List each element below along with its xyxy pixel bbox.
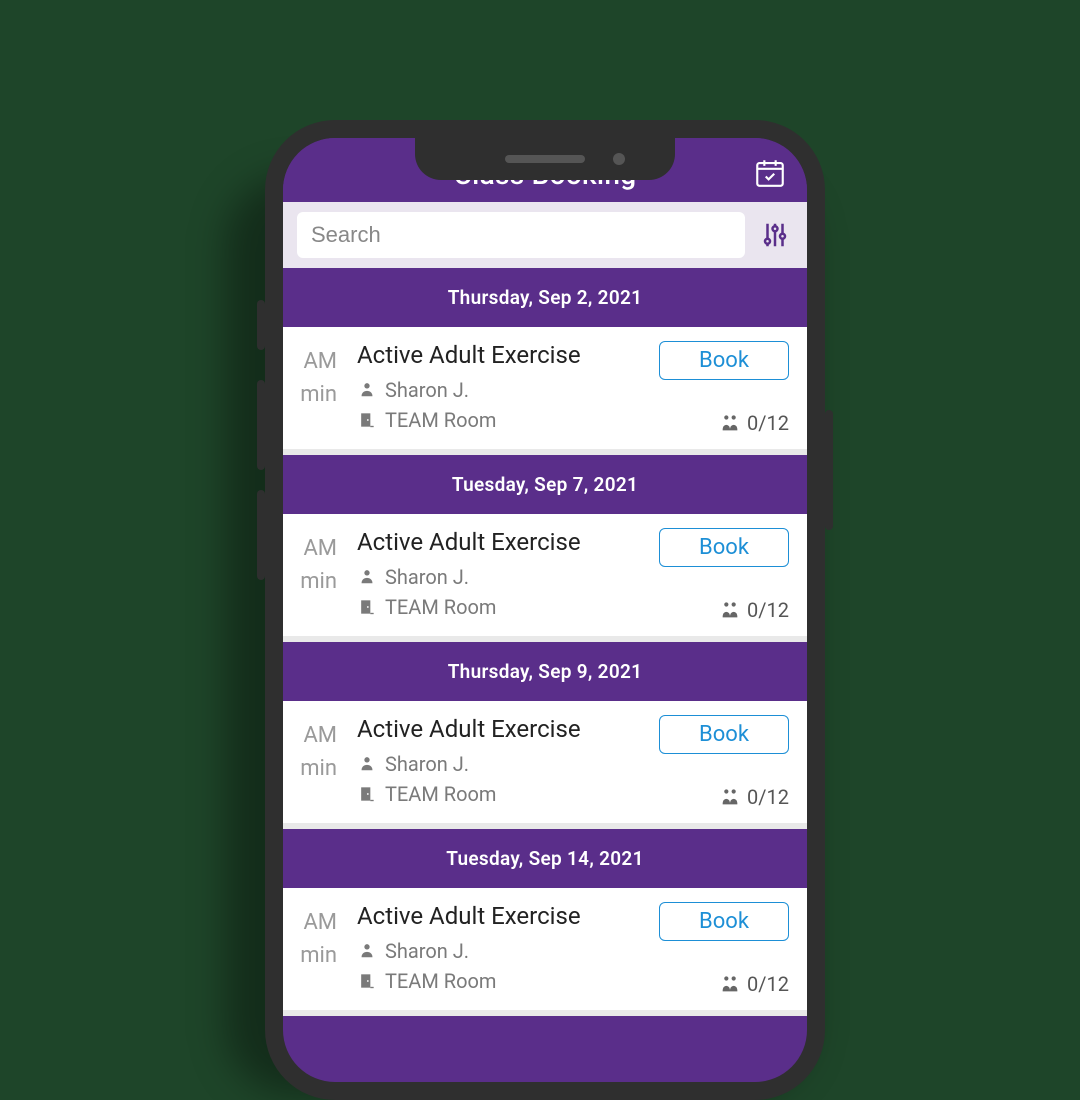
phone-camera <box>613 153 625 165</box>
class-list: Thursday, Sep 2, 2021AMminActive Adult E… <box>283 268 807 1016</box>
time-ampm: AM <box>283 719 337 752</box>
room-name: TEAM Room <box>385 592 496 622</box>
person-icon <box>357 941 377 961</box>
capacity-text: 0/12 <box>747 785 789 809</box>
time-ampm: AM <box>283 906 337 939</box>
date-header: Tuesday, Sep 7, 2021 <box>283 455 807 514</box>
room-name: TEAM Room <box>385 405 496 435</box>
room-row: TEAM Room <box>357 592 649 622</box>
people-icon <box>719 599 741 621</box>
duration-suffix: min <box>283 378 337 411</box>
class-info: Active Adult Exercise Sharon J.TEAM Room <box>343 902 649 996</box>
class-info: Active Adult Exercise Sharon J.TEAM Room <box>343 528 649 622</box>
phone-frame: Class Booking Thursday, Sep 2, <box>265 120 825 1100</box>
room-row: TEAM Room <box>357 966 649 996</box>
class-card[interactable]: AMmin Active Adult Exercise Sharon J.TEAM … <box>283 514 807 642</box>
class-actions: Book 0/12 <box>649 902 789 996</box>
phone-volume-down <box>257 490 265 580</box>
door-icon <box>357 784 377 804</box>
door-icon <box>357 410 377 430</box>
person-icon <box>357 567 377 587</box>
phone-side-button <box>257 300 265 350</box>
date-header: Thursday, Sep 9, 2021 <box>283 642 807 701</box>
people-icon <box>719 786 741 808</box>
instructor-row: Sharon J. <box>357 562 649 592</box>
search-bar <box>283 202 807 268</box>
class-info: Active Adult Exercise Sharon J.TEAM Room <box>343 341 649 435</box>
class-time: AMmin <box>283 528 343 622</box>
instructor-name: Sharon J. <box>385 936 469 966</box>
class-card[interactable]: AMmin Active Adult Exercise Sharon J.TEAM … <box>283 888 807 1016</box>
time-ampm: AM <box>283 532 337 565</box>
book-button[interactable]: Book <box>659 341 789 380</box>
capacity-text: 0/12 <box>747 598 789 622</box>
sliders-icon[interactable] <box>757 217 793 253</box>
class-name: Active Adult Exercise <box>357 715 649 743</box>
people-icon <box>719 412 741 434</box>
class-actions: Book 0/12 <box>649 715 789 809</box>
class-name: Active Adult Exercise <box>357 341 649 369</box>
person-icon <box>357 380 377 400</box>
class-actions: Book 0/12 <box>649 528 789 622</box>
class-card[interactable]: AMmin Active Adult Exercise Sharon J.TEAM … <box>283 701 807 829</box>
room-row: TEAM Room <box>357 779 649 809</box>
book-button[interactable]: Book <box>659 902 789 941</box>
instructor-name: Sharon J. <box>385 375 469 405</box>
duration-suffix: min <box>283 939 337 972</box>
people-icon <box>719 973 741 995</box>
capacity: 0/12 <box>719 785 789 809</box>
class-name: Active Adult Exercise <box>357 902 649 930</box>
phone-volume-up <box>257 380 265 470</box>
door-icon <box>357 597 377 617</box>
capacity: 0/12 <box>719 411 789 435</box>
duration-suffix: min <box>283 752 337 785</box>
duration-suffix: min <box>283 565 337 598</box>
phone-speaker <box>505 155 585 163</box>
room-name: TEAM Room <box>385 966 496 996</box>
calendar-check-icon[interactable] <box>753 156 787 190</box>
date-header: Thursday, Sep 2, 2021 <box>283 268 807 327</box>
instructor-name: Sharon J. <box>385 562 469 592</box>
instructor-name: Sharon J. <box>385 749 469 779</box>
person-icon <box>357 754 377 774</box>
date-header: Tuesday, Sep 14, 2021 <box>283 829 807 888</box>
door-icon <box>357 971 377 991</box>
time-ampm: AM <box>283 345 337 378</box>
class-name: Active Adult Exercise <box>357 528 649 556</box>
capacity-text: 0/12 <box>747 411 789 435</box>
instructor-row: Sharon J. <box>357 936 649 966</box>
phone-screen: Class Booking Thursday, Sep 2, <box>283 138 807 1082</box>
class-card[interactable]: AMmin Active Adult Exercise Sharon J.TEAM … <box>283 327 807 455</box>
instructor-row: Sharon J. <box>357 749 649 779</box>
instructor-row: Sharon J. <box>357 375 649 405</box>
capacity: 0/12 <box>719 598 789 622</box>
capacity: 0/12 <box>719 972 789 996</box>
capacity-text: 0/12 <box>747 972 789 996</box>
room-row: TEAM Room <box>357 405 649 435</box>
class-time: AMmin <box>283 902 343 996</box>
class-actions: Book 0/12 <box>649 341 789 435</box>
room-name: TEAM Room <box>385 779 496 809</box>
phone-power-button <box>825 410 833 530</box>
book-button[interactable]: Book <box>659 715 789 754</box>
phone-notch <box>415 138 675 180</box>
class-time: AMmin <box>283 715 343 809</box>
class-info: Active Adult Exercise Sharon J.TEAM Room <box>343 715 649 809</box>
class-time: AMmin <box>283 341 343 435</box>
book-button[interactable]: Book <box>659 528 789 567</box>
search-input[interactable] <box>297 212 745 258</box>
